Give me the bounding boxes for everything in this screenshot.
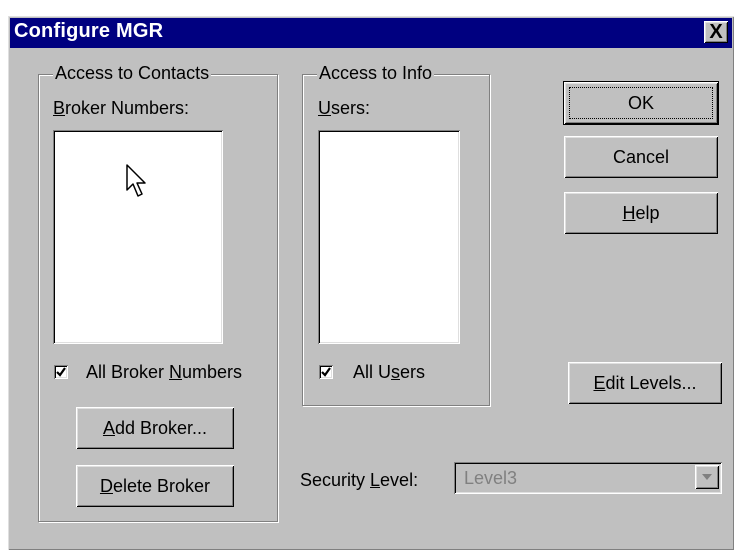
ok-button[interactable]: OK: [563, 81, 719, 125]
access-to-info-legend: Access to Info: [317, 63, 435, 84]
broker-numbers-list[interactable]: [53, 130, 223, 344]
users-list[interactable]: [318, 130, 460, 344]
close-button[interactable]: X: [704, 21, 728, 43]
dropdown-arrow-button[interactable]: [695, 465, 719, 489]
title-bar[interactable]: Configure MGR X: [10, 18, 732, 48]
checkmark-icon: [56, 367, 66, 377]
security-level-dropdown[interactable]: Level3: [454, 462, 722, 494]
configure-mgr-dialog: Configure MGR X Access to Contacts Broke…: [8, 16, 734, 550]
mouse-pointer-icon: [126, 164, 146, 197]
security-level-label: Security Level:: [300, 470, 419, 490]
access-to-contacts-legend: Access to Contacts: [53, 63, 212, 84]
all-users-label[interactable]: All Users: [353, 362, 425, 383]
help-button[interactable]: Help: [564, 192, 718, 234]
security-level-value: Level3: [464, 468, 518, 488]
broker-numbers-label: Broker Numbers:: [53, 98, 190, 118]
edit-levels-button[interactable]: Edit Levels...: [568, 362, 722, 404]
all-broker-numbers-checkbox[interactable]: [54, 365, 68, 379]
cancel-button[interactable]: Cancel: [564, 136, 718, 178]
delete-broker-button[interactable]: Delete Broker: [76, 465, 234, 507]
users-label: Users:: [318, 98, 371, 118]
add-broker-button[interactable]: Add Broker...: [76, 407, 234, 449]
focus-rectangle: [569, 87, 713, 119]
close-icon: X: [709, 21, 723, 43]
all-users-checkbox[interactable]: [319, 365, 333, 379]
checkmark-icon: [321, 367, 331, 377]
window-title: Configure MGR: [14, 20, 164, 42]
chevron-down-icon: [702, 474, 712, 480]
all-broker-numbers-label[interactable]: All Broker Numbers: [86, 362, 242, 383]
